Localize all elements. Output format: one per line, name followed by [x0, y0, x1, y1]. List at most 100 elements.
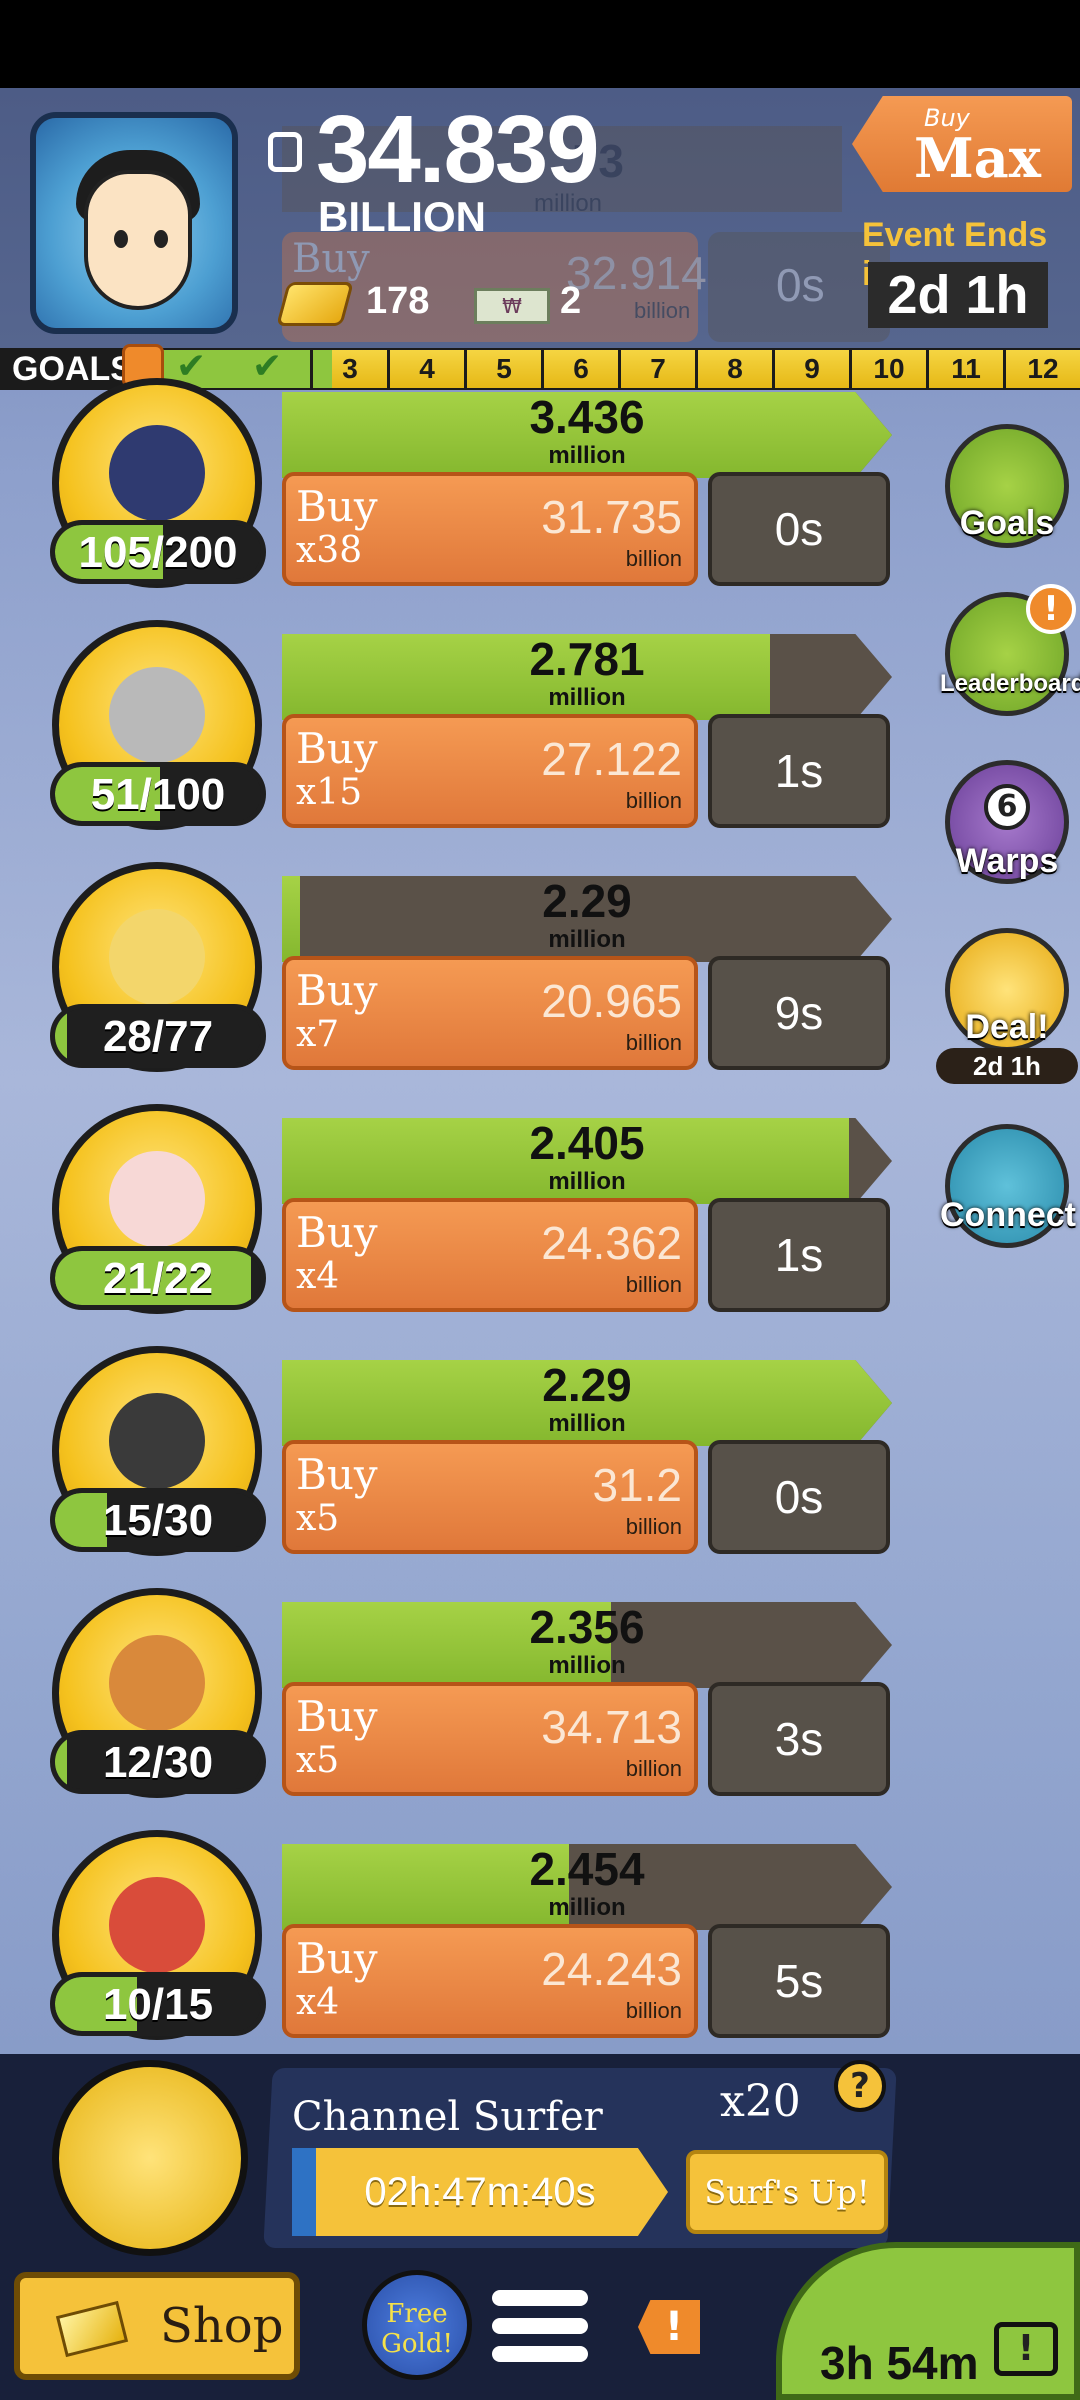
buy-price: 34.713	[541, 1701, 682, 1753]
disco-mouse-icon	[109, 1151, 205, 1247]
buy-price: 20.965	[541, 975, 682, 1027]
show-row: 51/100 2.781 million Buy x15 27.122 bill…	[0, 620, 1080, 874]
ghost-unit: billion	[634, 298, 691, 323]
deal-label: Deal!	[965, 1008, 1049, 1046]
income-amount: 2.405	[529, 1117, 645, 1169]
buy-multiplier: x38	[296, 530, 363, 571]
income-unit: million	[548, 684, 626, 711]
money-amount: 34.839	[316, 96, 600, 203]
goal-cell: 12	[1003, 350, 1080, 388]
show-row: 28/77 2.29 million Buy x7 20.965 billion…	[0, 862, 1080, 1116]
buy-label: Buy	[296, 482, 378, 531]
income-unit: million	[548, 442, 626, 469]
leaderboard-alert-badge: !	[1026, 584, 1076, 634]
buy-label: Buy	[296, 724, 378, 773]
surfs-up-button[interactable]: Surf's Up!	[686, 2150, 888, 2234]
buy-multiplier: x5	[296, 1498, 340, 1539]
buy-max-button[interactable]: Buy Max	[852, 96, 1072, 192]
income-amount: 2.356	[529, 1601, 645, 1653]
goal-cell: 7	[618, 350, 695, 388]
leaderboard-label: Leaderboard	[940, 670, 1080, 697]
free-gold-button[interactable]: Free Gold!	[362, 2270, 472, 2380]
buy-price: 24.243	[541, 1943, 682, 1995]
free-gold-line1: Free	[386, 2299, 448, 2329]
owned-count: 21/22	[102, 1254, 214, 1303]
buy-button[interactable]: Buy x4 24.243 billion	[282, 1924, 698, 2038]
buy-button[interactable]: Buy x4 24.362 billion	[282, 1198, 698, 1312]
event-timer: 2d 1h	[868, 262, 1048, 328]
income-unit: million	[548, 1168, 626, 1195]
ghost-buy: Buy	[292, 236, 370, 282]
buy-price-unit: billion	[625, 788, 682, 813]
owned-counter: 28/77	[50, 1004, 266, 1068]
manager-portrait[interactable]	[30, 112, 238, 334]
deal-button[interactable]: Deal! 2d 1h	[936, 928, 1078, 1084]
owned-counter: 51/100	[50, 762, 266, 826]
buy-price: 31.735	[541, 491, 682, 543]
show-row: 21/22 2.405 million Buy x4 24.362 billio…	[0, 1104, 1080, 1358]
buy-multiplier: x15	[296, 772, 363, 813]
buy-price-unit: billion	[625, 1030, 682, 1055]
buy-label: Buy	[296, 966, 378, 1015]
buy-label: Buy	[296, 1934, 378, 1983]
income-amount: 2.781	[529, 633, 645, 685]
tv-icon[interactable]: !	[994, 2322, 1058, 2376]
goals-side-label: Goals	[959, 504, 1055, 542]
cycle-timer: 9s	[708, 956, 890, 1070]
goals-side-button[interactable]: Goals	[940, 424, 1074, 548]
buy-button[interactable]: Buy x5 31.2 billion	[282, 1440, 698, 1554]
show-row: 12/30 2.356 million Buy x5 34.713 billio…	[0, 1588, 1080, 1842]
pizza-rat-icon	[109, 1877, 205, 1973]
owned-counter: 15/30	[50, 1488, 266, 1552]
buy-button[interactable]: Buy x15 27.122 billion	[282, 714, 698, 828]
owned-counter: 105/200	[50, 520, 266, 584]
mouse-car-icon	[109, 909, 205, 1005]
buy-multiplier: x7	[296, 1014, 340, 1055]
check-icon: ✔	[252, 346, 283, 387]
owned-count: 28/77	[102, 1012, 214, 1061]
leaderboard-button[interactable]: Leaderboard !	[940, 584, 1080, 716]
free-gold-line2: Gold!	[381, 2329, 453, 2359]
income-progress-bar: 2.781 million	[282, 634, 892, 720]
gold-gem-icon	[55, 2300, 129, 2358]
connect-button[interactable]: Connect	[940, 1124, 1076, 1248]
warps-label: Warps	[955, 842, 1059, 880]
buy-price-unit: billion	[625, 1514, 682, 1539]
buy-button[interactable]: Buy x5 34.713 billion	[282, 1682, 698, 1796]
income-progress-bar: 2.454 million	[282, 1844, 892, 1930]
cycle-timer: 3s	[708, 1682, 890, 1796]
menu-icon[interactable]	[492, 2290, 588, 2370]
surfer-title: Channel Surfer	[292, 2094, 603, 2140]
show-row: 105/200 3.436 million Buy x38 31.735 bil…	[0, 378, 1080, 632]
income-amount: 2.29	[542, 875, 632, 927]
ghost-timer: 0s	[776, 259, 825, 311]
gold-bar-icon	[276, 282, 354, 326]
ticket-symbol: ₩	[502, 294, 522, 318]
warps-button[interactable]: 6 Warps	[940, 760, 1074, 884]
income-progress-bar: 2.356 million	[282, 1602, 892, 1688]
goal-cell: 11	[926, 350, 1003, 388]
surfer-icon[interactable]	[52, 2060, 248, 2256]
owned-count: 12/30	[102, 1738, 214, 1787]
shop-button[interactable]: Shop	[14, 2272, 300, 2380]
goal-cell: 10	[849, 350, 926, 388]
help-icon[interactable]: ?	[834, 2060, 886, 2112]
buy-button[interactable]: Buy x38 31.735 billion	[282, 472, 698, 586]
income-unit: million	[548, 1410, 626, 1437]
buy-button[interactable]: Buy x7 20.965 billion	[282, 956, 698, 1070]
buy-price-unit: billion	[625, 1756, 682, 1781]
gold-count: 178	[366, 280, 430, 322]
buy-price: 24.362	[541, 1217, 682, 1269]
income-progress-bar: 2.29 million	[282, 876, 892, 962]
surfer-timer: 02h:47m:40s	[364, 2170, 596, 2214]
buy-max-label: Max	[914, 126, 1041, 190]
ticket-icon: ₩	[474, 288, 550, 324]
income-progress-bar: 2.405 million	[282, 1118, 892, 1204]
owned-counter: 12/30	[50, 1730, 266, 1794]
income-amount: 3.436	[529, 391, 645, 443]
cycle-timer: 0s	[708, 472, 890, 586]
cycle-timer: 0s	[708, 1440, 890, 1554]
income-unit: million	[548, 926, 626, 953]
show-row: 10/15 2.454 million Buy x4 24.243 billio…	[0, 1830, 1080, 2084]
alert-icon[interactable]: !	[638, 2300, 700, 2354]
